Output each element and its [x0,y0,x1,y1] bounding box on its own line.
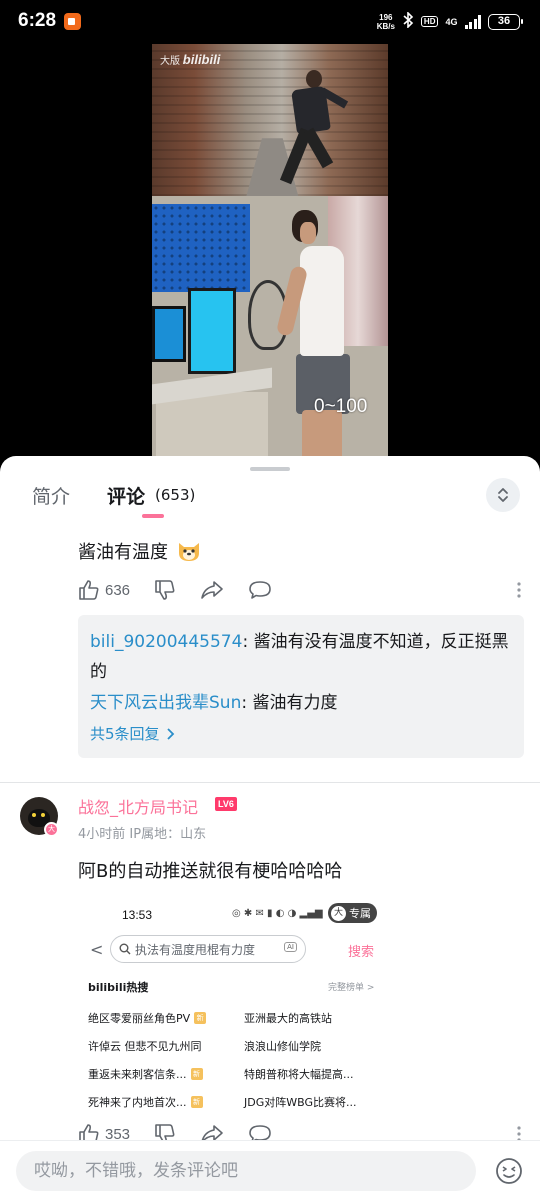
network-type: 4G [445,16,458,27]
comment-input-bar: 哎呦，不错哦，发条评论吧 [0,1140,540,1200]
hot-item: 许倬云 但悲不见九州同 [88,1040,202,1053]
embed-badge: 大专属 [328,903,377,923]
status-icons: 196 KB/s HD 4G 36 [376,11,523,31]
comment-meta: 4小时前 IP属地：山东 [78,827,207,842]
replies-preview[interactable]: bili_90200445574: 酱油有没有温度不知道，反正挺黑的 天下风云出… [78,615,524,758]
person-figure [275,210,372,460]
hot-item: 浪浪山修仙学院 [244,1040,321,1053]
tab-intro[interactable]: 简介 [32,482,70,509]
embed-search-query: 执法有温度甩棍有力度 [135,942,256,957]
status-bar: 6:28 196 KB/s HD 4G 36 [0,0,540,44]
level-badge: LV6 [215,797,237,811]
embed-search-button: 搜索 [348,945,375,960]
reply-username[interactable]: 天下风云出我辈Sun [90,693,241,713]
screen-record-icon [64,13,81,30]
comment-actions: 636 [78,577,522,603]
monitor-left [152,306,186,362]
hot-item: 死神来了内地首次... 新 [88,1094,203,1110]
video-clip-alley: 大版 bilibili [152,44,388,196]
hot-item: 亚洲最大的高铁站 [244,1012,332,1025]
ai-icon: AI [284,942,297,952]
sort-button[interactable] [486,478,520,512]
chat-bubble-icon [249,581,271,599]
more-options-button[interactable] [516,581,522,603]
monitor-right [188,288,236,374]
reply-username[interactable]: bili_90200445574 [90,632,242,652]
dislike-button[interactable] [154,579,176,601]
new-tag: 新 [194,1012,207,1024]
video-clip-room [152,196,388,460]
like-button[interactable]: 636 [78,579,130,601]
sort-icon [498,488,508,502]
comment-username[interactable]: 战忽_北方局书记 [78,794,198,818]
hd-icon: HD [420,16,439,27]
video-player[interactable]: 大版 bilibili 0~100 [0,44,540,460]
hot-item: 绝区零爱丽丝角色PV 新 [88,1010,207,1026]
hot-item: 特朗普称将大幅提高... [244,1068,354,1081]
member-badge-icon: 大 [44,822,59,837]
signal-icon [464,14,481,29]
search-icon [119,943,131,955]
status-time: 6:28 [18,10,57,31]
embed-time: 13:53 [122,908,153,922]
hot-item: 重返未来刺客信条... 新 [88,1066,203,1082]
comment-image[interactable]: 13:53 ◎ ✱ ✉ ▮ ◐ ◑ ▂▄▆ 大专属 < 执法有温度甩棍有力度 A… [78,896,398,1128]
embed-search-box: 执法有温度甩棍有力度 AI [110,935,306,963]
view-all-replies-link[interactable]: 共5条回复 [90,723,176,744]
thumbs-up-icon [79,580,99,600]
back-icon: < [90,940,104,959]
share-icon [201,581,223,599]
comment-divider [0,782,540,783]
comment-sheet: 简介 评论 (653) 酱油有温度 636 bili_90200445574: … [0,456,540,1200]
new-tag: 新 [190,1068,203,1080]
reply-item: 天下风云出我辈Sun: 酱油有力度 [90,693,338,713]
emoji-button[interactable] [494,1156,524,1186]
net-speed: 196 KB/s [376,12,395,31]
running-man-figure [279,70,349,190]
tab-comments[interactable]: 评论 [107,482,145,509]
comment-input[interactable]: 哎呦，不错哦，发条评论吧 [16,1151,476,1191]
video-watermark: 大版 bilibili [160,52,221,67]
thumbs-down-icon [155,580,175,600]
video-caption: 0~100 [314,396,368,417]
new-tag: 新 [190,1096,203,1108]
tab-indicator [142,514,164,518]
hot-item: JDG对阵WBG比赛将... [244,1096,357,1109]
embed-hot-title: bilibili热搜 [88,981,149,994]
comment-text: 酱油有温度 [78,538,202,564]
embed-status-icons: ◎ ✱ ✉ ▮ ◐ ◑ ▂▄▆ [232,908,323,919]
reply-button[interactable] [248,579,272,601]
comment-text: 阿B的自动推送就很有梗哈哈哈哈 [78,861,343,882]
bluetooth-icon [402,11,414,31]
comment-count: (653) [155,486,196,504]
drag-handle[interactable] [250,467,290,471]
dog-emoji-icon [178,543,199,561]
reply-item: bili_90200445574: 酱油有没有温度不知道，反正挺黑的 [90,632,509,682]
embed-full-list: 完整榜单 > [328,983,375,993]
more-vertical-icon [517,582,521,598]
tab-bar: 简介 评论 (653) [0,478,540,526]
pegboard [152,204,250,292]
chevron-right-icon [166,727,174,740]
battery-icon: 36 [488,13,523,30]
share-button[interactable] [200,579,224,601]
emoji-icon [496,1158,522,1184]
